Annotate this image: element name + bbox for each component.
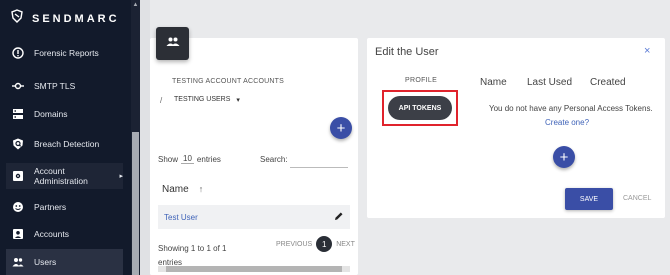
scroll-up-icon[interactable]: ▲ (132, 2, 139, 10)
column-label: Name (162, 184, 189, 195)
entries-select[interactable]: 10 (181, 154, 194, 164)
users-dropdown[interactable]: TESTING USERS ▾ (174, 96, 240, 104)
name-column-header[interactable]: Name ↑ (162, 184, 203, 195)
add-user-button[interactable]: + (330, 117, 352, 139)
admin-gear-icon (12, 170, 24, 182)
users-badge (156, 27, 189, 60)
create-token-link[interactable]: Create one? (545, 118, 589, 127)
sidebar-item-account-administration[interactable]: Account Administration ▸ (6, 163, 123, 189)
account-box-icon (12, 228, 24, 240)
sidebar-item-label: Forensic Reports (34, 48, 99, 58)
sidebar-scrollbar-thumb[interactable] (132, 132, 139, 275)
entries-label: entries (196, 154, 221, 164)
brand-name: SENDMARC (32, 12, 120, 25)
sidebar-item-label: SMTP TLS (34, 81, 76, 91)
sidebar-item-label: Breach Detection (34, 139, 100, 149)
users-group-icon (166, 35, 180, 53)
server-icon (12, 108, 24, 120)
close-icon[interactable]: × (644, 45, 650, 57)
showing-line: Showing 1 to 1 of 1 (158, 244, 227, 253)
edit-user-dialog (367, 38, 665, 218)
sidebar-item-accounts[interactable]: Accounts (0, 221, 130, 247)
brand-logo[interactable]: SENDMARC (10, 9, 120, 28)
column-header-last-used: Last Used (527, 77, 573, 88)
edit-pencil-icon[interactable] (334, 208, 344, 226)
shield-search-icon (12, 138, 24, 150)
user-link[interactable]: Test User (164, 213, 198, 222)
gutter (140, 0, 150, 275)
highlight-box (382, 90, 458, 126)
table-hscroll-thumb[interactable] (166, 266, 342, 272)
users-icon (12, 256, 24, 268)
dropdown-label: TESTING USERS (174, 96, 231, 103)
column-header-name: Name (480, 77, 507, 88)
sidebar-item-users[interactable]: Users (6, 249, 123, 275)
table-row: Test User (158, 205, 350, 229)
expand-arrow-icon: ▸ (119, 173, 123, 180)
page-1-button[interactable]: 1 (316, 236, 333, 252)
sidebar-item-partners[interactable]: Partners (0, 194, 130, 220)
save-button[interactable]: SAVE (565, 188, 613, 210)
partners-icon (12, 201, 24, 213)
caret-down-icon: ▾ (236, 97, 240, 104)
profile-label: PROFILE (405, 77, 438, 84)
key-icon (12, 80, 24, 92)
sidebar-item-breach-detection[interactable]: Breach Detection (0, 131, 130, 157)
sidebar-item-smtp-tls[interactable]: SMTP TLS (0, 73, 130, 99)
sidebar-item-forensic-reports[interactable]: Forensic Reports (0, 40, 130, 66)
sort-arrow-icon: ↑ (198, 184, 204, 194)
pagination: PREVIOUS 1 NEXT (276, 236, 355, 252)
sidebar-item-domains[interactable]: Domains (0, 101, 130, 127)
column-header-created: Created (590, 77, 626, 88)
account-label: TESTING ACCOUNT ACCOUNTS (172, 78, 285, 85)
sidebar-item-label: Partners (34, 202, 67, 212)
sendmarc-shield-icon (10, 9, 24, 28)
search-input[interactable] (290, 152, 348, 168)
next-page-button[interactable]: NEXT (336, 241, 355, 248)
breadcrumb-separator: / (160, 96, 163, 105)
sidebar-item-label: Domains (34, 109, 68, 119)
add-token-button[interactable]: + (553, 146, 575, 168)
sidebar-item-label: Accounts (34, 229, 69, 239)
alert-circle-icon (12, 47, 24, 59)
search-label: Search: (260, 155, 288, 164)
show-entries-control: Show 10 entries (158, 154, 221, 164)
empty-tokens-message: You do not have any Personal Access Toke… (489, 104, 653, 113)
dialog-title: Edit the User (375, 46, 439, 58)
sidebar: SENDMARC Forensic Reports SMTP TLS Domai… (0, 0, 140, 275)
cancel-button[interactable]: CANCEL (623, 195, 651, 202)
sidebar-item-label: Account Administration (34, 166, 88, 186)
show-label: Show (158, 154, 179, 164)
sidebar-item-label: Users (34, 257, 57, 267)
previous-page-button[interactable]: PREVIOUS (276, 241, 312, 248)
